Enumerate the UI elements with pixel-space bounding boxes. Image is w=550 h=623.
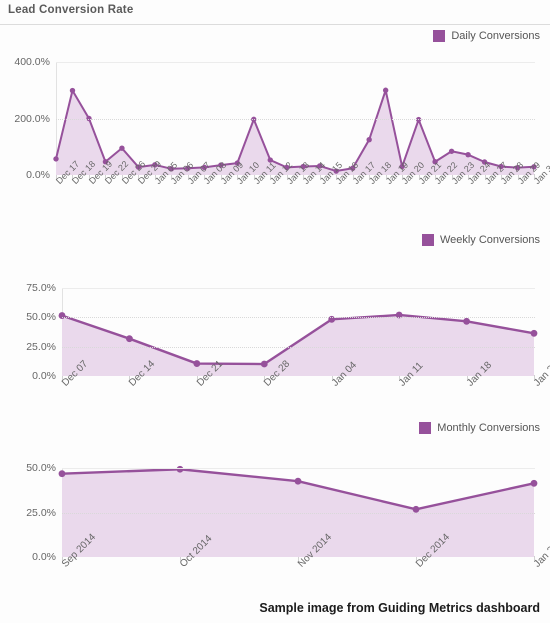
y-axis-tick-label: 0.0% bbox=[32, 370, 56, 382]
chart-daily-conversions: Daily Conversions 0.0% 200.0% 400.0% Dec 17… bbox=[0, 28, 550, 228]
source-caption: Sample image from Guiding Metrics dashbo… bbox=[259, 601, 540, 615]
header-divider bbox=[0, 24, 550, 25]
panel-header: Lead Conversion Rate bbox=[0, 0, 550, 25]
y-axis-tick-label: 25.0% bbox=[26, 340, 56, 353]
plot-area-weekly bbox=[58, 288, 538, 381]
data-point-marker[interactable] bbox=[382, 87, 389, 93]
legend-label-weekly: Weekly Conversions bbox=[439, 234, 540, 246]
legend-label-monthly: Monthly Conversions bbox=[437, 422, 540, 434]
chart-monthly-conversions: Monthly Conversions 0.0% 25.0% 50.0% Sep 20… bbox=[0, 420, 550, 595]
data-point-marker[interactable] bbox=[176, 465, 184, 473]
chart-weekly-conversions: Weekly Conversions 0.0% 25.0% 50.0% 75.0% De… bbox=[0, 232, 550, 412]
plot-area-monthly bbox=[58, 465, 538, 562]
data-point-marker[interactable] bbox=[53, 156, 59, 162]
gridline bbox=[62, 346, 535, 349]
data-point-marker[interactable] bbox=[294, 477, 302, 485]
data-point-marker[interactable] bbox=[126, 335, 133, 343]
gridline bbox=[56, 118, 535, 121]
data-point-marker[interactable] bbox=[58, 470, 66, 478]
legend-monthly: Monthly Conversions bbox=[419, 420, 540, 436]
chart-canvas-weekly bbox=[58, 311, 538, 376]
legend-label-daily: Daily Conversions bbox=[451, 30, 540, 42]
legend-swatch-icon bbox=[433, 30, 446, 42]
legend-weekly: Weekly Conversions bbox=[421, 232, 540, 248]
y-axis-tick-label: 50.0% bbox=[26, 311, 56, 324]
data-point-marker[interactable] bbox=[260, 360, 268, 368]
data-point-marker[interactable] bbox=[465, 151, 471, 158]
series-area bbox=[56, 90, 534, 175]
plot-area-daily bbox=[53, 62, 537, 180]
y-axis-tick-label: 75.0% bbox=[26, 282, 56, 294]
y-axis-tick-label: 0.0% bbox=[32, 551, 56, 563]
data-point-marker[interactable] bbox=[448, 148, 455, 154]
gridline bbox=[62, 288, 535, 289]
y-axis-tick-label: 0.0% bbox=[26, 169, 50, 181]
data-point-marker[interactable] bbox=[530, 329, 538, 337]
data-point-marker[interactable] bbox=[69, 87, 76, 94]
data-point-marker[interactable] bbox=[366, 136, 372, 143]
data-point-marker[interactable] bbox=[530, 479, 538, 487]
data-point-marker[interactable] bbox=[193, 360, 201, 367]
data-point-marker[interactable] bbox=[119, 145, 125, 151]
legend-daily: Daily Conversions bbox=[433, 28, 540, 44]
dashboard-panel: Lead Conversion Rate Daily Conversions 0… bbox=[0, 0, 550, 623]
gridline bbox=[62, 317, 535, 319]
y-axis-tick-label: 50.0% bbox=[26, 462, 56, 474]
gridline bbox=[56, 62, 535, 63]
y-axis-tick-label: 400.0% bbox=[14, 56, 50, 68]
legend-swatch-icon bbox=[419, 422, 432, 434]
gridline bbox=[62, 468, 535, 469]
y-axis-tick-label: 200.0% bbox=[14, 112, 50, 125]
y-axis-tick-label: 25.0% bbox=[26, 506, 56, 519]
legend-swatch-icon bbox=[421, 234, 434, 246]
page-title: Lead Conversion Rate bbox=[8, 4, 134, 16]
gridline bbox=[62, 512, 535, 515]
series-area bbox=[62, 314, 534, 376]
